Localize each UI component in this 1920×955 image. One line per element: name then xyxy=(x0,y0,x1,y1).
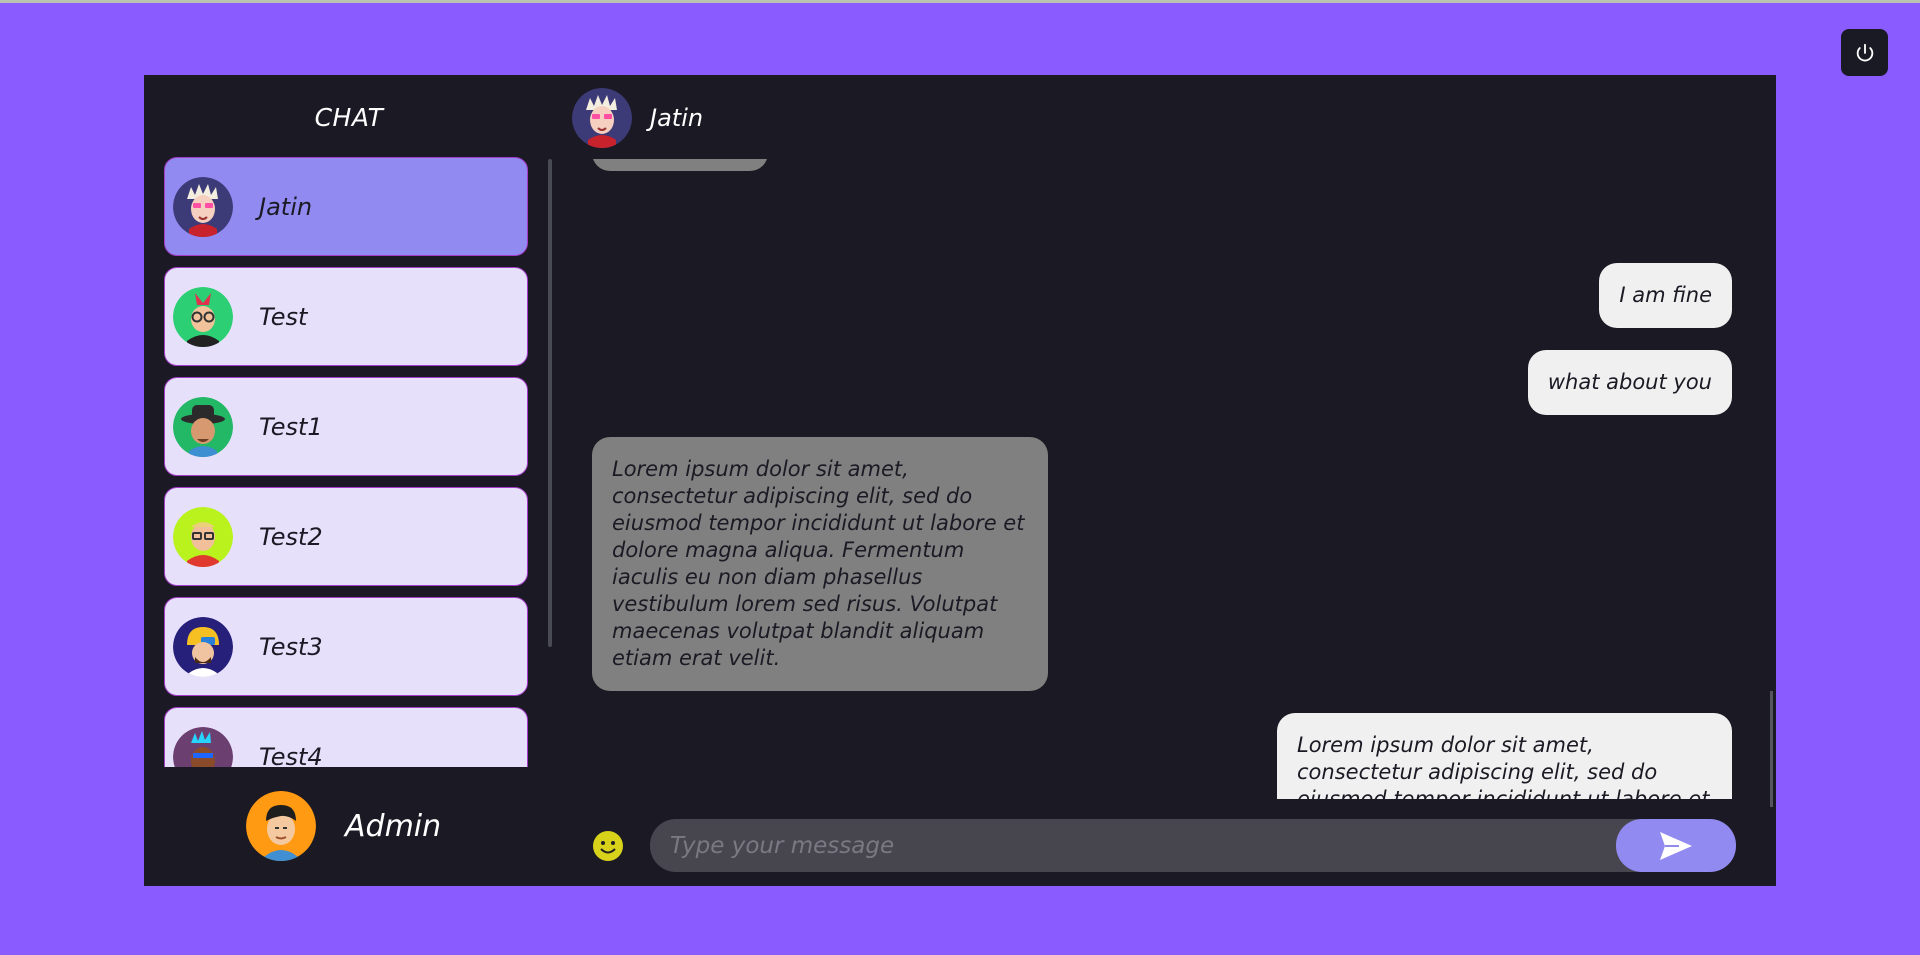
admin-name: Admin xyxy=(345,808,442,844)
avatar xyxy=(173,506,233,567)
logout-button[interactable] xyxy=(1841,29,1888,76)
send-button[interactable] xyxy=(1616,819,1736,872)
contact-item-test2[interactable]: Test2 xyxy=(164,487,528,586)
admin-avatar xyxy=(246,791,316,861)
chat-panel: Jatin I am fine what about you Lorem ips… xyxy=(554,75,1776,886)
sidebar-title: CHAT xyxy=(314,103,384,132)
message-input[interactable] xyxy=(650,819,1654,872)
avatar xyxy=(173,286,233,347)
chat-app: CHAT Jatin Test Test1 Test2 Test3 Test4 … xyxy=(144,75,1776,886)
contact-item-test[interactable]: Test xyxy=(164,267,528,366)
avatar xyxy=(173,176,233,237)
chat-header: Jatin xyxy=(572,88,703,148)
chat-contact-name: Jatin xyxy=(650,104,704,132)
contact-name: Test2 xyxy=(259,522,323,551)
current-user: Admin xyxy=(246,791,441,861)
contact-name: Test3 xyxy=(259,632,323,661)
avatar xyxy=(173,726,233,767)
message-bubble: Lorem ipsum dolor sit amet, consectetur … xyxy=(592,437,1048,691)
contact-list[interactable]: Jatin Test Test1 Test2 Test3 Test4 xyxy=(164,157,528,767)
chat-contact-avatar xyxy=(572,88,632,148)
contact-item-jatin[interactable]: Jatin xyxy=(164,157,528,256)
avatar xyxy=(173,396,233,457)
send-icon xyxy=(1660,831,1692,860)
power-icon xyxy=(1856,43,1873,61)
contact-item-test4[interactable]: Test4 xyxy=(164,707,528,767)
contact-list-scrollbar[interactable] xyxy=(548,159,552,647)
message-bubble: I am fine xyxy=(1599,263,1732,328)
contact-name: Test4 xyxy=(259,742,323,768)
contact-name: Test xyxy=(259,302,308,331)
message-bubble xyxy=(592,159,768,171)
avatar xyxy=(173,616,233,677)
contact-item-test1[interactable]: Test1 xyxy=(164,377,528,476)
sidebar: CHAT Jatin Test Test1 Test2 Test3 Test4 … xyxy=(144,75,554,886)
contact-name: Jatin xyxy=(259,192,313,221)
message-bubble: Lorem ipsum dolor sit amet, consectetur … xyxy=(1277,713,1732,799)
composer xyxy=(554,819,1776,873)
emoji-button[interactable] xyxy=(592,830,624,862)
message-list[interactable]: I am fine what about you Lorem ipsum dol… xyxy=(554,159,1776,799)
smiley-icon xyxy=(593,831,623,861)
contact-name: Test1 xyxy=(259,412,323,441)
message-bubble: what about you xyxy=(1527,350,1732,415)
message-scrollbar[interactable] xyxy=(1770,691,1773,807)
contact-item-test3[interactable]: Test3 xyxy=(164,597,528,696)
